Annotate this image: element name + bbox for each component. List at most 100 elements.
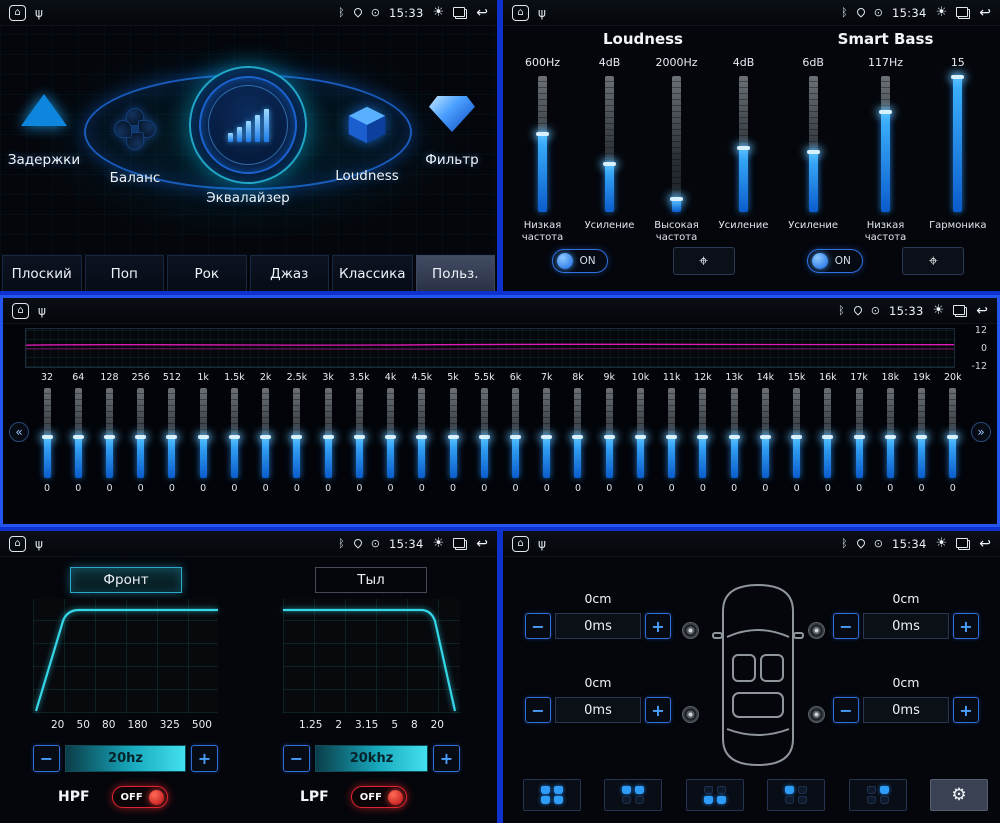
slider-thumb[interactable] xyxy=(104,435,115,439)
slider-thumb[interactable] xyxy=(666,435,677,439)
slider-thumb[interactable] xyxy=(510,435,521,439)
slider-thumb[interactable] xyxy=(541,435,552,439)
slider-thumb[interactable] xyxy=(807,150,820,154)
slider-thumb[interactable] xyxy=(198,435,209,439)
delay-plus-button[interactable]: + xyxy=(645,697,671,723)
home-icon[interactable]: ⌂ xyxy=(9,5,26,21)
loudness-on-toggle[interactable]: ON xyxy=(552,249,608,273)
brightness-icon[interactable]: ☀ xyxy=(433,536,445,551)
eq-band-slider[interactable] xyxy=(325,388,332,478)
slider-thumb[interactable] xyxy=(166,435,177,439)
eq-band-slider[interactable] xyxy=(668,388,675,478)
eq-band-slider[interactable] xyxy=(918,388,925,478)
slider-thumb[interactable] xyxy=(791,435,802,439)
slider-thumb[interactable] xyxy=(323,435,334,439)
menu-item-filter[interactable]: Фильтр xyxy=(412,96,492,168)
tab-rear[interactable]: Тыл xyxy=(315,567,427,593)
delay-minus-button[interactable]: − xyxy=(833,697,859,723)
recent-apps-icon[interactable] xyxy=(956,7,970,19)
brightness-icon[interactable]: ☀ xyxy=(433,5,445,20)
slider-thumb[interactable] xyxy=(916,435,927,439)
preset-tab[interactable]: Классика xyxy=(332,255,413,291)
lpf-toggle[interactable]: OFF xyxy=(351,786,407,808)
delay-plus-button[interactable]: + xyxy=(645,613,671,639)
preset-tab[interactable]: Польз. xyxy=(416,255,496,291)
equalizer-icon[interactable] xyxy=(189,66,307,184)
slider-thumb[interactable] xyxy=(572,435,583,439)
eq-band-slider[interactable] xyxy=(887,388,894,478)
back-icon[interactable]: ↩ xyxy=(476,537,488,551)
delay-settings-button[interactable]: ⚙ xyxy=(930,779,988,811)
back-icon[interactable]: ↩ xyxy=(476,6,488,20)
back-icon[interactable]: ↩ xyxy=(979,6,991,20)
hpf-toggle[interactable]: OFF xyxy=(112,786,168,808)
slider-thumb[interactable] xyxy=(536,132,549,136)
preset-tab[interactable]: Плоский xyxy=(2,255,82,291)
slider-thumb[interactable] xyxy=(885,435,896,439)
brightness-icon[interactable]: ☀ xyxy=(933,303,945,318)
back-icon[interactable]: ↩ xyxy=(979,537,991,551)
slider-thumb[interactable] xyxy=(729,435,740,439)
eq-band-slider[interactable] xyxy=(574,388,581,478)
slider-thumb[interactable] xyxy=(479,435,490,439)
slider-thumb[interactable] xyxy=(854,435,865,439)
eq-band-slider[interactable] xyxy=(824,388,831,478)
delay-minus-button[interactable]: − xyxy=(525,697,551,723)
position-button-rear-seats[interactable] xyxy=(686,779,744,811)
lpf-minus-button[interactable]: − xyxy=(283,745,310,772)
hpf-minus-button[interactable]: − xyxy=(33,745,60,772)
eq-band-slider[interactable] xyxy=(637,388,644,478)
slider-thumb[interactable] xyxy=(822,435,833,439)
eq-band-slider[interactable] xyxy=(231,388,238,478)
back-icon[interactable]: ↩ xyxy=(976,304,988,318)
position-button-all-seats[interactable] xyxy=(523,779,581,811)
recent-apps-icon[interactable] xyxy=(956,538,970,550)
eq-band-slider[interactable] xyxy=(481,388,488,478)
slider-thumb[interactable] xyxy=(354,435,365,439)
slider-thumb[interactable] xyxy=(42,435,53,439)
tone-slider[interactable] xyxy=(953,76,962,212)
slider-thumb[interactable] xyxy=(951,75,964,79)
slider-thumb[interactable] xyxy=(73,435,84,439)
eq-band-slider[interactable] xyxy=(731,388,738,478)
lpf-plus-button[interactable]: + xyxy=(433,745,460,772)
position-button-passenger-seat[interactable] xyxy=(849,779,907,811)
smartbass-reset-button[interactable]: ⌖ xyxy=(902,247,964,275)
tone-slider[interactable] xyxy=(538,76,547,212)
menu-item-balance[interactable]: Баланс xyxy=(97,108,173,186)
eq-band-slider[interactable] xyxy=(106,388,113,478)
home-icon[interactable]: ⌂ xyxy=(512,536,529,552)
eq-band-slider[interactable] xyxy=(356,388,363,478)
eq-band-slider[interactable] xyxy=(606,388,613,478)
brightness-icon[interactable]: ☀ xyxy=(936,536,948,551)
eq-band-slider[interactable] xyxy=(168,388,175,478)
eq-band-slider[interactable] xyxy=(856,388,863,478)
position-button-driver-seat[interactable] xyxy=(767,779,825,811)
smartbass-on-toggle[interactable]: ON xyxy=(807,249,863,273)
eq-band-slider[interactable] xyxy=(699,388,706,478)
eq-band-slider[interactable] xyxy=(949,388,956,478)
eq-band-slider[interactable] xyxy=(75,388,82,478)
delay-minus-button[interactable]: − xyxy=(525,613,551,639)
eq-band-slider[interactable] xyxy=(762,388,769,478)
preset-tab[interactable]: Рок xyxy=(167,255,247,291)
delay-minus-button[interactable]: − xyxy=(833,613,859,639)
hpf-plus-button[interactable]: + xyxy=(191,745,218,772)
preset-tab[interactable]: Поп xyxy=(85,255,165,291)
tone-slider[interactable] xyxy=(881,76,890,212)
slider-thumb[interactable] xyxy=(737,146,750,150)
chevron-right-icon[interactable]: » xyxy=(971,422,991,442)
hpf-frequency-bar[interactable]: 20hz xyxy=(65,745,186,772)
menu-item-delays[interactable]: Задержки xyxy=(4,94,84,168)
slider-thumb[interactable] xyxy=(448,435,459,439)
position-button-front-seats[interactable] xyxy=(604,779,662,811)
home-icon[interactable]: ⌂ xyxy=(512,5,529,21)
slider-thumb[interactable] xyxy=(604,435,615,439)
eq-band-slider[interactable] xyxy=(293,388,300,478)
slider-thumb[interactable] xyxy=(260,435,271,439)
eq-band-slider[interactable] xyxy=(543,388,550,478)
tone-slider[interactable] xyxy=(809,76,818,212)
menu-item-equalizer[interactable]: Эквалайзер xyxy=(189,66,307,206)
eq-band-slider[interactable] xyxy=(418,388,425,478)
chevron-left-icon[interactable]: « xyxy=(9,422,29,442)
